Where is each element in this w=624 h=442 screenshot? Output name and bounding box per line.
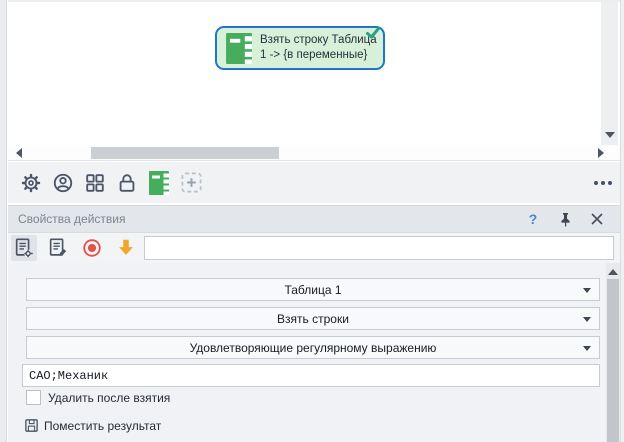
scroll-down-icon[interactable]	[605, 132, 615, 138]
properties-panel-header: Свойства действия ?	[8, 205, 620, 233]
gear-icon	[21, 173, 41, 192]
action-properties-button[interactable]	[11, 235, 37, 261]
doc-pencil-icon	[49, 238, 67, 256]
more-options-icon[interactable]	[594, 181, 612, 185]
table-icon	[226, 32, 252, 64]
action-select[interactable]: Взять строки	[26, 307, 600, 330]
properties-toolbar	[8, 233, 620, 263]
place-result-label: Поместить результат	[44, 418, 162, 433]
apps-grid-icon	[86, 173, 104, 192]
regex-input[interactable]	[22, 364, 600, 387]
action-edit-button[interactable]	[45, 235, 71, 261]
condition-select[interactable]: Удовлетворяющие регулярному выражению	[26, 336, 600, 359]
add-region-dashed-plus-icon	[181, 172, 201, 193]
user-button[interactable]	[48, 168, 78, 198]
jump-down-button[interactable]	[113, 235, 139, 261]
help-icon: ?	[528, 211, 538, 227]
close-button[interactable]	[584, 209, 610, 229]
lock-button[interactable]	[112, 168, 142, 198]
apps-grid-button[interactable]	[80, 168, 110, 198]
pin-icon	[560, 212, 570, 226]
canvas-vertical-scrollbar[interactable]	[601, 2, 618, 146]
help-button[interactable]: ?	[520, 209, 546, 229]
table-select-value: Таблица 1	[284, 282, 342, 297]
delete-after-label: Удалить после взятия	[48, 390, 171, 405]
scroll-up-icon[interactable]	[608, 269, 618, 275]
save-icon	[25, 419, 38, 432]
right-splitter[interactable]	[620, 0, 624, 442]
doc-gear-icon	[15, 238, 33, 258]
delete-after-checkbox-row[interactable]: Удалить после взятия	[26, 390, 170, 405]
settings-button[interactable]	[16, 168, 46, 198]
checkmark-icon	[366, 27, 380, 39]
flow-canvas[interactable]: Взять строку Таблица 1 -> {в переменные}	[8, 0, 620, 146]
user-icon	[53, 173, 73, 192]
left-splitter[interactable]	[0, 0, 7, 442]
close-icon	[591, 213, 603, 225]
place-result-row[interactable]: Поместить результат	[24, 418, 161, 433]
chevron-down-icon	[583, 346, 591, 351]
panel-title: Свойства действия	[18, 212, 126, 226]
condition-select-value: Удовлетворяющие регулярному выражению	[189, 340, 437, 355]
pin-button[interactable]	[552, 209, 578, 229]
vscroll-thumb[interactable]	[607, 279, 619, 442]
canvas-horizontal-scrollbar[interactable]	[8, 145, 620, 161]
record-button[interactable]	[79, 235, 105, 261]
table-select[interactable]: Таблица 1	[26, 278, 600, 301]
scroll-left-icon[interactable]	[16, 148, 22, 158]
scroll-right-icon[interactable]	[598, 148, 604, 158]
chevron-down-icon	[583, 317, 591, 322]
chevron-down-icon	[583, 288, 591, 293]
add-region-button[interactable]	[176, 168, 206, 198]
properties-vertical-scrollbar[interactable]	[606, 263, 620, 442]
canvas-toolbar	[8, 162, 620, 203]
delete-after-checkbox[interactable]	[26, 390, 41, 405]
lock-icon	[119, 173, 135, 192]
search-input[interactable]	[144, 236, 614, 260]
properties-content: Таблица 1 Взять строки Удовлетворяющие р…	[8, 263, 620, 442]
table-button[interactable]	[144, 168, 174, 198]
action-select-value: Взять строки	[277, 311, 349, 326]
rpa-studio-window: Взять строку Таблица 1 -> {в переменные}	[0, 0, 624, 442]
down-arrow-icon	[119, 239, 133, 255]
main-area: Взять строку Таблица 1 -> {в переменные}	[8, 0, 620, 442]
record-icon	[83, 239, 101, 257]
hscroll-thumb[interactable]	[91, 147, 279, 159]
node-label: Взять строку Таблица 1 -> {в переменные}	[260, 33, 377, 61]
table-icon	[149, 170, 169, 195]
flow-node-take-row[interactable]: Взять строку Таблица 1 -> {в переменные}	[215, 26, 385, 70]
